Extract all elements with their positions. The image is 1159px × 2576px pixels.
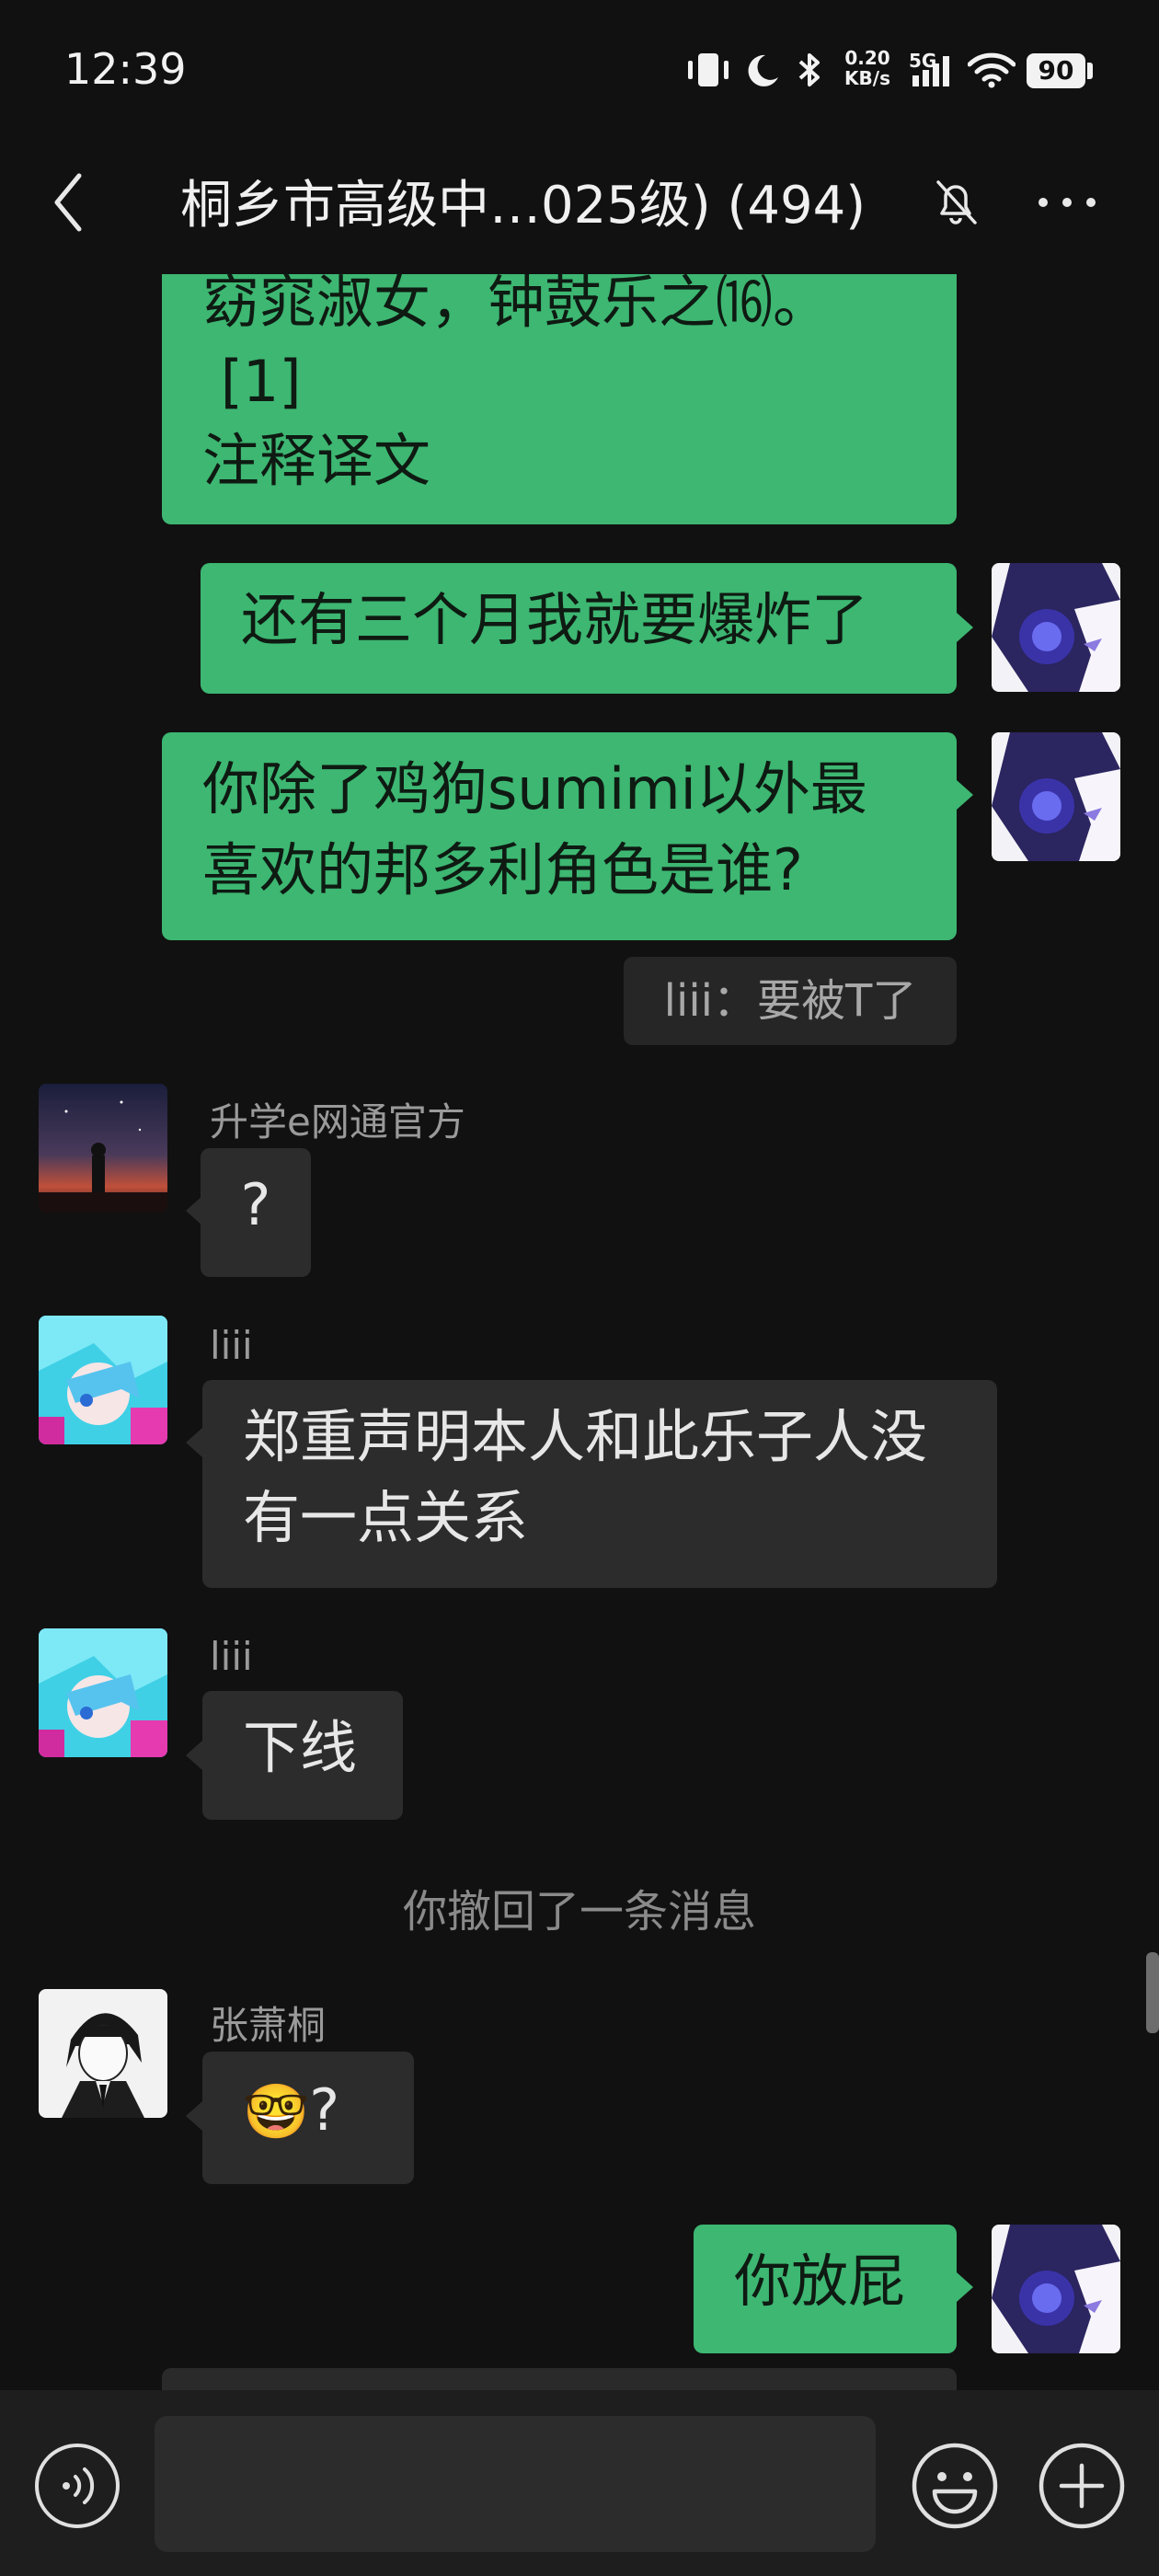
sender-name: liii: [210, 1634, 253, 1679]
avatar-zhangxiaotong[interactable]: [39, 1989, 167, 2118]
avatar-liii[interactable]: [39, 1628, 167, 1757]
bubble-tail: [186, 1741, 202, 1770]
message-bubble-outgoing[interactable]: 你除了鸡狗sumimi以外最喜欢的邦多利角色是谁?: [162, 732, 957, 940]
message-bubble-outgoing[interactable]: 窈窕淑女，钟鼓乐之⒃。 [1] 注释译文: [162, 269, 957, 524]
nerd-face-emoji: 🤓: [243, 2080, 310, 2143]
battery-tip: [1087, 63, 1093, 79]
message-text: ?: [309, 2076, 340, 2144]
message-line: 注释译文: [202, 427, 431, 494]
message-text: 你除了鸡狗sumimi以外最喜欢的邦多利角色是谁?: [202, 755, 867, 903]
message-line: [1]: [202, 348, 302, 415]
chat-title: 桐乡市高级中…025级) (494): [180, 176, 866, 236]
avatar-liii[interactable]: [39, 1316, 167, 1444]
quoted-reply[interactable]: liii：要被T了: [624, 957, 957, 1045]
network-speed-value: 0.20: [844, 47, 890, 69]
battery-indicator: 90: [1027, 53, 1085, 88]
network-speed: 0.20 KB/s: [839, 48, 896, 88]
message-text: 下线: [243, 1714, 358, 1781]
smiley-icon[interactable]: [909, 2440, 1001, 2532]
message-input[interactable]: [155, 2416, 876, 2552]
voice-icon[interactable]: [33, 2442, 121, 2530]
avatar-self[interactable]: [992, 2225, 1120, 2353]
more-horizontal-icon[interactable]: [1034, 184, 1100, 221]
message-line: 窈窕淑女，钟鼓乐之⒃。: [202, 269, 831, 336]
bubble-tail: [186, 2101, 202, 2131]
message-bubble-incoming[interactable]: 🤓?: [202, 2052, 414, 2184]
sender-name: liii: [210, 1323, 253, 1368]
network-speed-unit: KB/s: [844, 67, 890, 89]
back-icon[interactable]: [46, 170, 92, 235]
do-not-disturb-moon-icon: [748, 54, 778, 86]
avatar-self[interactable]: [992, 732, 1120, 861]
message-text: 你放屁: [734, 2248, 906, 2315]
wifi-icon: [968, 52, 1016, 88]
avatar-self[interactable]: [992, 563, 1120, 692]
sender-name: 张萧桐: [210, 2003, 327, 2048]
bubble-tail: [957, 2272, 973, 2302]
quoted-reply-text: liii：要被T了: [663, 975, 917, 1027]
message-text: ?: [240, 1171, 271, 1238]
message-text: 还有三个月我就要爆炸了: [241, 586, 869, 653]
bubble-tail: [186, 1428, 202, 1457]
sender-name: 升学e网通官方: [210, 1099, 465, 1144]
message-bubble-outgoing[interactable]: 你放屁: [694, 2225, 957, 2353]
message-bubble-incoming[interactable]: 下线: [202, 1691, 403, 1820]
bluetooth-icon: [798, 53, 820, 86]
bubble-tail: [957, 613, 973, 642]
bell-off-icon[interactable]: [929, 175, 982, 228]
message-bubble-incoming[interactable]: 郑重声明本人和此乐子人没有一点关系: [202, 1380, 997, 1588]
message-bubble-incoming[interactable]: ?: [201, 1148, 311, 1277]
avatar-shengxue[interactable]: [39, 1084, 167, 1213]
plus-icon[interactable]: [1036, 2440, 1128, 2532]
signal-strength-icon: [912, 56, 949, 86]
bubble-tail: [957, 780, 973, 810]
vibrate-icon: [688, 53, 729, 86]
scrollbar-thumb[interactable]: [1146, 1952, 1159, 2033]
status-time: 12:39: [64, 44, 187, 94]
message-text: 郑重声明本人和此乐子人没有一点关系: [243, 1403, 928, 1551]
message-bubble-outgoing[interactable]: 还有三个月我就要爆炸了: [201, 563, 957, 694]
recall-notice: 你撤回了一条消息: [402, 1886, 756, 1938]
